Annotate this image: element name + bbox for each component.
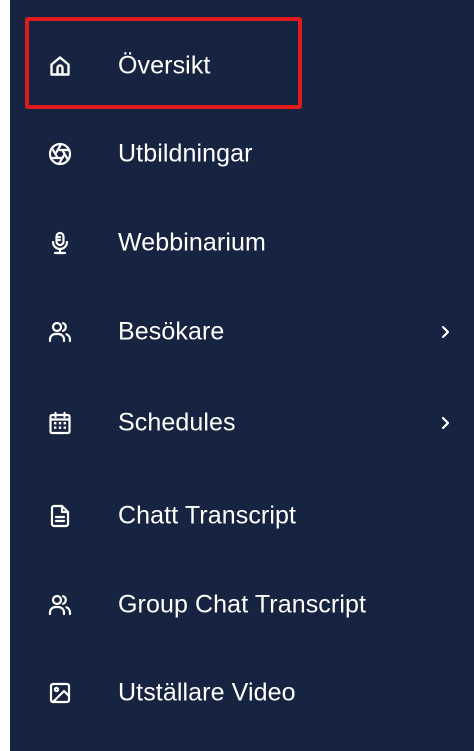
image-icon (48, 681, 72, 705)
users-icon (48, 320, 72, 344)
sidebar-item-label: Utställare Video (118, 678, 296, 707)
sidebar-item-webbinarium[interactable]: Webbinarium (10, 213, 474, 273)
sidebar-item-schedules[interactable]: Schedules (10, 393, 474, 453)
sidebar-item-chatt-transcript[interactable]: Chatt Transcript (10, 486, 474, 546)
sidebar-item-utbildningar[interactable]: Utbildningar (10, 124, 474, 184)
calendar-icon (48, 411, 72, 435)
chevron-right-icon[interactable] (438, 414, 452, 432)
sidebar-item-label: Group Chat Transcript (118, 590, 367, 619)
sidebar-item-oversikt[interactable]: Översikt (10, 36, 474, 96)
sidebar-item-group-chat-transcript[interactable]: Group Chat Transcript (10, 575, 474, 635)
sidebar-item-besokare[interactable]: Besökare (10, 302, 474, 362)
file-text-icon (48, 504, 72, 528)
sidebar-item-utstallare-video[interactable]: Utställare Video (10, 663, 474, 723)
sidebar-item-label: Utbildningar (118, 139, 253, 168)
sidebar-nav: Översikt Utbildningar Webbinarium Besöka… (10, 0, 474, 751)
sidebar-item-label: Besökare (118, 317, 225, 346)
sidebar-item-label: Webbinarium (118, 228, 266, 257)
chevron-right-icon[interactable] (438, 323, 452, 341)
sidebar-item-label: Chatt Transcript (118, 501, 297, 530)
sidebar-item-label: Schedules (118, 408, 236, 437)
home-icon (48, 54, 72, 78)
microphone-icon (48, 231, 72, 255)
sidebar-item-label: Översikt (118, 51, 211, 80)
aperture-icon (48, 142, 72, 166)
users-icon (48, 593, 72, 617)
